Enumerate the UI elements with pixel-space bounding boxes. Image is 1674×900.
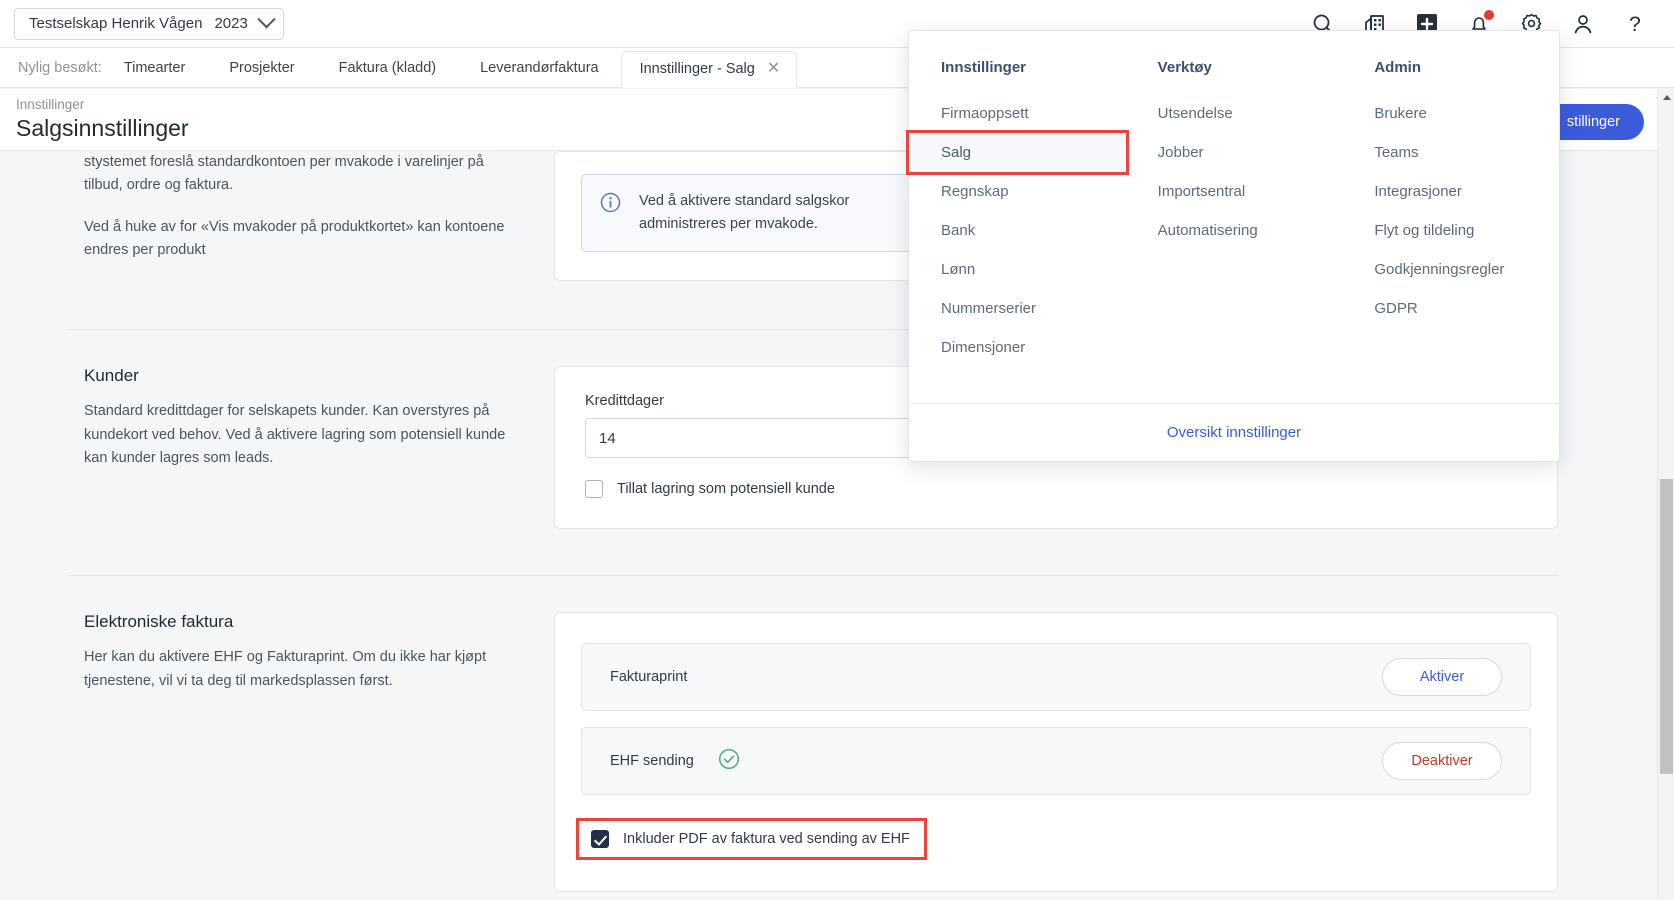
- tab-timearter[interactable]: Timearter: [102, 60, 208, 87]
- menu-item-importsentral[interactable]: Importsentral: [1126, 172, 1343, 211]
- einvoice-desc: Her kan du aktivere EHF og Fakturaprint.…: [84, 646, 524, 693]
- accounts-desc-line-2: Ved å huke av for «Vis mvakoder på produ…: [84, 216, 524, 263]
- menu-column-innstillinger: Innstillinger Firmaoppsett Salg Regnskap…: [909, 53, 1126, 367]
- accounts-desc-line-1: stystemet foreslå standardkontoen per mv…: [84, 151, 524, 198]
- menu-item-nummerserier[interactable]: Nummerserier: [909, 289, 1126, 328]
- settings-overview-link[interactable]: Oversikt innstillinger: [1167, 424, 1301, 441]
- menu-item-integrasjoner[interactable]: Integrasjoner: [1342, 172, 1559, 211]
- menu-columns: Innstillinger Firmaoppsett Salg Regnskap…: [909, 31, 1559, 403]
- einvoice-card: Fakturaprint Aktiver EHF sending Deaktiv…: [554, 612, 1558, 892]
- tab-innstillinger-salg[interactable]: Innstillinger - Salg ✕: [621, 51, 798, 88]
- section-electronic-invoice: Elektroniske faktura Her kan du aktivere…: [0, 576, 1638, 892]
- include-pdf-label: Inkluder PDF av faktura ved sending av E…: [623, 831, 910, 847]
- application-window: Testselskap Henrik Vågen 2023: [0, 0, 1674, 900]
- menu-item-godkjenningsregler[interactable]: Godkjenningsregler: [1342, 250, 1559, 289]
- scroll-up-arrow-icon[interactable]: [1658, 89, 1674, 106]
- scrollbar-thumb[interactable]: [1660, 479, 1673, 774]
- menu-item-salg[interactable]: Salg: [909, 133, 1126, 172]
- status-check-circle-icon: [718, 748, 740, 775]
- customers-title: Kunder: [84, 366, 524, 386]
- info-callout-text: Ved å aktivere standard salgskor adminis…: [639, 190, 849, 236]
- info-circle-icon: [600, 192, 621, 236]
- menu-item-automatisering[interactable]: Automatisering: [1126, 211, 1343, 250]
- menu-item-utsendelse[interactable]: Utsendelse: [1126, 94, 1343, 133]
- tab-faktura-kladd[interactable]: Faktura (kladd): [317, 60, 459, 87]
- service-row-fakturaprint: Fakturaprint Aktiver: [581, 643, 1531, 711]
- menu-item-jobber[interactable]: Jobber: [1126, 133, 1343, 172]
- menu-item-gdpr[interactable]: GDPR: [1342, 289, 1559, 328]
- tab-prosjekter[interactable]: Prosjekter: [207, 60, 316, 87]
- fiscal-year: 2023: [214, 15, 247, 32]
- einvoice-title: Elektroniske faktura: [84, 612, 524, 632]
- customers-desc: Standard kredittdager for selskapets kun…: [84, 400, 524, 470]
- help-question-icon[interactable]: ?: [1622, 11, 1648, 37]
- menu-item-bank[interactable]: Bank: [909, 211, 1126, 250]
- chevron-down-icon: [257, 10, 275, 28]
- company-name: Testselskap Henrik Vågen: [29, 15, 202, 32]
- menu-item-firmaoppsett[interactable]: Firmaoppsett: [909, 94, 1126, 133]
- user-profile-icon[interactable]: [1570, 11, 1596, 37]
- menu-item-teams[interactable]: Teams: [1342, 133, 1559, 172]
- menu-column-admin: Admin Brukere Teams Integrasjoner Flyt o…: [1342, 53, 1559, 367]
- menu-column-heading: Admin: [1342, 53, 1559, 82]
- section-description-column: stystemet foreslå standardkontoen per mv…: [84, 151, 554, 281]
- breadcrumb: Innstillinger: [16, 96, 189, 114]
- menu-footer: Oversikt innstillinger: [909, 403, 1559, 461]
- service-name: Fakturaprint: [610, 669, 687, 685]
- service-row-ehf-sending: EHF sending Deaktiver: [581, 727, 1531, 795]
- settings-mega-menu: Innstillinger Firmaoppsett Salg Regnskap…: [908, 30, 1560, 462]
- menu-column-heading: Innstillinger: [909, 53, 1126, 82]
- service-name: EHF sending: [610, 753, 694, 769]
- menu-item-brukere[interactable]: Brukere: [1342, 94, 1559, 133]
- company-year-selector[interactable]: Testselskap Henrik Vågen 2023: [14, 8, 284, 40]
- page-title: Salgsinnstillinger: [16, 114, 189, 143]
- menu-column-verktoy: Verktøy Utsendelse Jobber Importsentral …: [1126, 53, 1343, 367]
- menu-item-regnskap[interactable]: Regnskap: [909, 172, 1126, 211]
- tab-leverandorfaktura[interactable]: Leverandørfaktura: [458, 60, 620, 87]
- notification-badge: [1484, 10, 1494, 20]
- menu-item-flyt-og-tildeling[interactable]: Flyt og tildeling: [1342, 211, 1559, 250]
- menu-item-dimensjoner[interactable]: Dimensjoner: [909, 328, 1126, 367]
- menu-item-lonn[interactable]: Lønn: [909, 250, 1126, 289]
- recently-visited-label: Nylig besøkt:: [0, 60, 102, 87]
- close-icon[interactable]: ✕: [767, 61, 780, 77]
- include-pdf-checkbox-row[interactable]: Inkluder PDF av faktura ved sending av E…: [579, 821, 924, 857]
- svg-text:?: ?: [1629, 13, 1641, 35]
- lead-storage-label: Tillat lagring som potensiell kunde: [617, 481, 835, 497]
- deactivate-ehf-button[interactable]: Deaktiver: [1382, 742, 1502, 780]
- menu-column-heading: Verktøy: [1126, 53, 1343, 82]
- lead-storage-checkbox[interactable]: [585, 480, 603, 498]
- include-pdf-checkbox[interactable]: [591, 830, 609, 848]
- activate-fakturaprint-button[interactable]: Aktiver: [1382, 658, 1502, 696]
- tab-label: Innstillinger - Salg: [640, 61, 755, 77]
- lead-storage-checkbox-row[interactable]: Tillat lagring som potensiell kunde: [585, 480, 1527, 498]
- vertical-scrollbar[interactable]: [1657, 89, 1674, 900]
